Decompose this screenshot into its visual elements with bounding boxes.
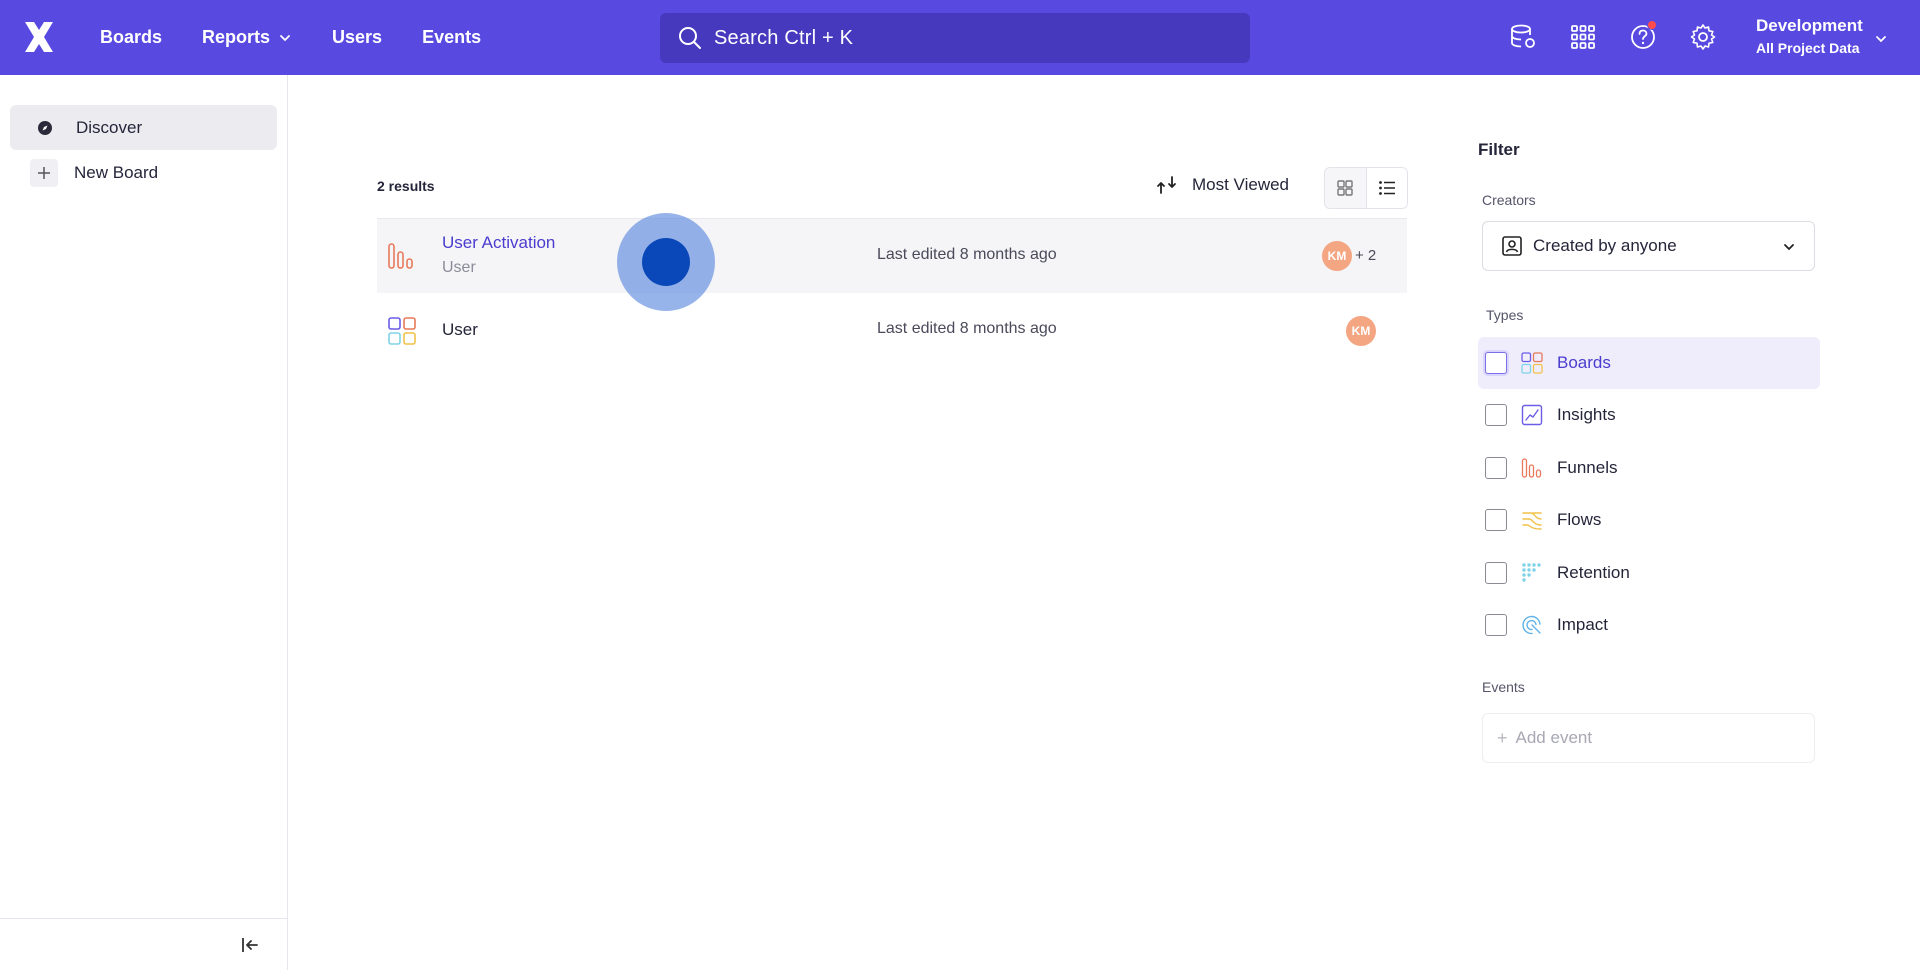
plus-icon: + (1497, 727, 1508, 748)
view-toggle (1324, 167, 1408, 209)
funnel-report-icon (388, 243, 413, 269)
filter-title: Filter (1478, 140, 1520, 159)
type-filter-insights[interactable]: Insights (1478, 389, 1820, 441)
type-label: Flows (1557, 510, 1602, 529)
type-filter-funnels[interactable]: Funnels (1478, 442, 1820, 494)
results-count: 2 results (377, 178, 435, 194)
insights-chart-icon (1521, 404, 1543, 426)
database-settings-icon[interactable] (1508, 22, 1538, 52)
creators-label: Creators (1482, 192, 1536, 208)
checkbox[interactable] (1485, 562, 1507, 584)
creators-select[interactable]: Created by anyone (1482, 221, 1815, 271)
sidebar: Discover New Board (0, 75, 288, 970)
project-scope: All Project Data (1756, 40, 1860, 56)
row-subtitle: User (442, 259, 476, 276)
plus-icon (30, 158, 58, 187)
user-badge-icon (1502, 236, 1522, 256)
compass-icon (36, 119, 54, 137)
type-label: Impact (1557, 615, 1609, 634)
help-button[interactable] (1628, 20, 1658, 52)
row-last-edited: Last edited 8 months ago (877, 246, 1057, 263)
search-input[interactable]: Search Ctrl + K (660, 13, 1250, 63)
retention-icon (1522, 563, 1541, 582)
grid-view-button[interactable] (1325, 168, 1366, 208)
nav-boards[interactable]: Boards (100, 0, 182, 75)
chevron-down-icon[interactable] (1874, 32, 1888, 46)
checkbox[interactable] (1485, 352, 1507, 374)
events-label: Events (1482, 679, 1525, 695)
impact-icon (1522, 615, 1541, 635)
type-label: Funnels (1557, 458, 1618, 477)
collapse-sidebar-icon[interactable] (240, 935, 260, 955)
table-row[interactable]: User Last edited 8 months ago KM (377, 294, 1407, 368)
apps-grid-icon[interactable] (1568, 22, 1598, 52)
board-icon (1521, 352, 1543, 374)
table-row[interactable]: User Activation User Last edited 8 month… (377, 219, 1407, 293)
checkbox[interactable] (1485, 457, 1507, 479)
main-nav: Boards Reports Users Events (100, 0, 501, 75)
funnel-report-icon (1521, 458, 1542, 478)
row-title-link[interactable]: User Activation (442, 233, 555, 253)
flows-icon (1522, 512, 1542, 530)
project-name: Development (1756, 16, 1863, 35)
checkbox[interactable] (1485, 404, 1507, 426)
type-filter-impact[interactable]: Impact (1478, 599, 1820, 651)
list-icon (1379, 181, 1395, 195)
avatar: KM (1322, 241, 1352, 271)
creators-value: Created by anyone (1533, 236, 1677, 255)
row-title-link[interactable]: User (442, 320, 478, 340)
nav-users[interactable]: Users (312, 0, 402, 75)
project-selector[interactable]: Development All Project Data (1756, 16, 1863, 56)
sidebar-item-label: Discover (76, 117, 143, 137)
type-filter-retention[interactable]: Retention (1478, 547, 1820, 599)
row-last-edited: Last edited 8 months ago (877, 320, 1057, 337)
checkbox[interactable] (1485, 614, 1507, 636)
nav-events[interactable]: Events (402, 0, 501, 75)
chevron-down-icon (1784, 244, 1794, 251)
type-label: Retention (1557, 563, 1630, 582)
avatar: KM (1346, 316, 1376, 346)
nav-reports[interactable]: Reports (182, 0, 312, 75)
list-view-button[interactable] (1365, 168, 1407, 208)
sidebar-item-label: New Board (74, 162, 159, 182)
sort-dropdown[interactable]: Most Viewed (1154, 172, 1289, 198)
chevron-down-icon (280, 34, 290, 41)
type-filter-flows[interactable]: Flows (1478, 494, 1820, 546)
board-icon (388, 317, 416, 345)
sidebar-footer (0, 918, 287, 970)
type-label: Boards (1557, 353, 1611, 372)
top-navigation-bar: Boards Reports Users Events Search Ctrl … (0, 0, 1920, 75)
logo-icon[interactable] (22, 20, 56, 54)
type-label: Insights (1557, 405, 1616, 424)
sort-label: Most Viewed (1192, 175, 1290, 194)
search-placeholder: Search Ctrl + K (714, 26, 854, 49)
search-icon (679, 27, 701, 49)
add-event-placeholder: Add event (1515, 728, 1593, 747)
top-icons (1508, 20, 1718, 52)
add-event-input[interactable]: + Add event (1482, 713, 1815, 763)
types-label: Types (1486, 307, 1524, 323)
sidebar-item-new-board[interactable]: New Board (10, 150, 277, 195)
gear-icon[interactable] (1688, 22, 1718, 52)
type-filter-boards[interactable]: Boards (1478, 337, 1820, 389)
click-indicator-dot (642, 238, 690, 286)
notification-dot (1647, 20, 1657, 30)
sidebar-item-discover[interactable]: Discover (10, 105, 277, 150)
checkbox[interactable] (1485, 509, 1507, 531)
grid-icon (1337, 180, 1354, 196)
additional-collaborators: + 2 (1355, 247, 1377, 264)
sort-icon (1157, 176, 1176, 194)
